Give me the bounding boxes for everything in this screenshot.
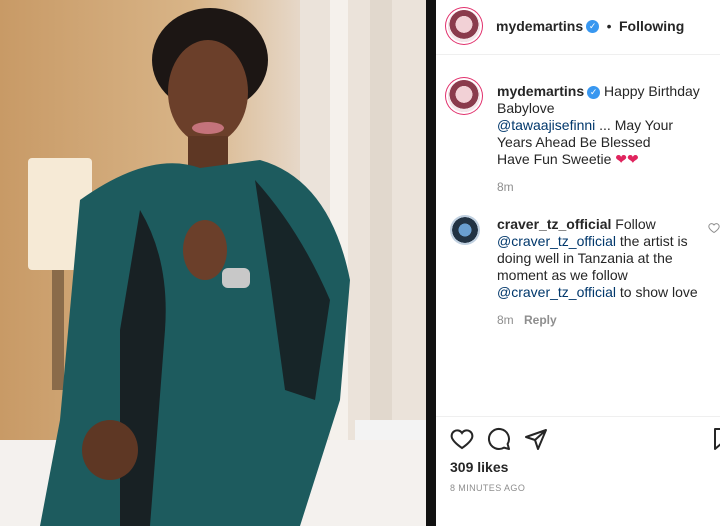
caption: mydemartins ✓ Happy Birthday Babylove @ta… [497,83,717,168]
verified-badge-icon: ✓ [586,20,600,34]
panel-divider [426,0,436,526]
comment-line-2-rest: the artist is [619,233,688,249]
header-username[interactable]: mydemartins [496,18,583,34]
comment-line-5: @craver_tz_official to show love [497,284,707,301]
caption-time: 8m [497,180,514,194]
comment-username[interactable]: craver_tz_official [497,216,611,232]
comment-line-5-rest: to show love [619,284,698,300]
post-actions: 309 likes 8 MINUTES AGO [436,416,720,527]
comment-line-2: @craver_tz_official the artist is [497,233,707,250]
caption-avatar[interactable] [448,80,480,112]
save-bookmark-icon[interactable] [710,427,720,451]
photo-illustration [0,0,426,526]
verified-badge-icon: ✓ [587,85,601,99]
caption-line-1: Happy Birthday [604,83,700,99]
caption-line-5: Have Fun Sweetie ❤❤ [497,151,717,168]
caption-line-5-text: Have Fun Sweetie [497,151,612,167]
post-timestamp: 8 MINUTES AGO [450,483,526,493]
caption-line-3: @tawaajisefinni ... May Your [497,117,717,134]
comment-mention-link-2[interactable]: @craver_tz_official [497,284,616,300]
comment: craver_tz_official Follow @craver_tz_off… [497,216,707,301]
comment-line-1: Follow [615,216,656,232]
caption-username[interactable]: mydemartins [497,83,584,99]
comment-line-4: moment as we follow [497,267,628,283]
like-count[interactable]: 309 likes [450,459,508,475]
author-avatar[interactable] [448,10,480,42]
share-paper-plane-icon[interactable] [524,427,548,451]
caption-line-2: Babylove [497,100,555,116]
comment-time: 8m [497,313,514,327]
following-button[interactable]: Following [619,18,684,34]
caption-mention-link[interactable]: @tawaajisefinni [497,117,595,133]
comment-bubble-icon[interactable] [487,427,511,451]
heart-emoji-icon: ❤❤ [615,151,639,167]
caption-line-4: Years Ahead Be Blessed [497,134,651,150]
post-photo[interactable] [0,0,426,526]
comment-line-3: doing well in Tanzania at the [497,250,673,266]
like-heart-icon[interactable] [450,427,474,451]
post-header: mydemartins ✓ • Following [436,0,720,55]
separator-dot: • [606,18,612,34]
header-user-line: mydemartins ✓ • Following [496,18,684,36]
reply-button[interactable]: Reply [524,313,557,327]
post-panel: mydemartins ✓ • Following mydemartins ✓ Ha… [436,0,720,526]
comment-like-heart-icon[interactable] [708,222,720,234]
caption-line-3-rest: ... May Your [599,117,674,133]
commenter-avatar[interactable] [450,215,480,245]
comment-mention-link-1[interactable]: @craver_tz_official [497,233,616,249]
